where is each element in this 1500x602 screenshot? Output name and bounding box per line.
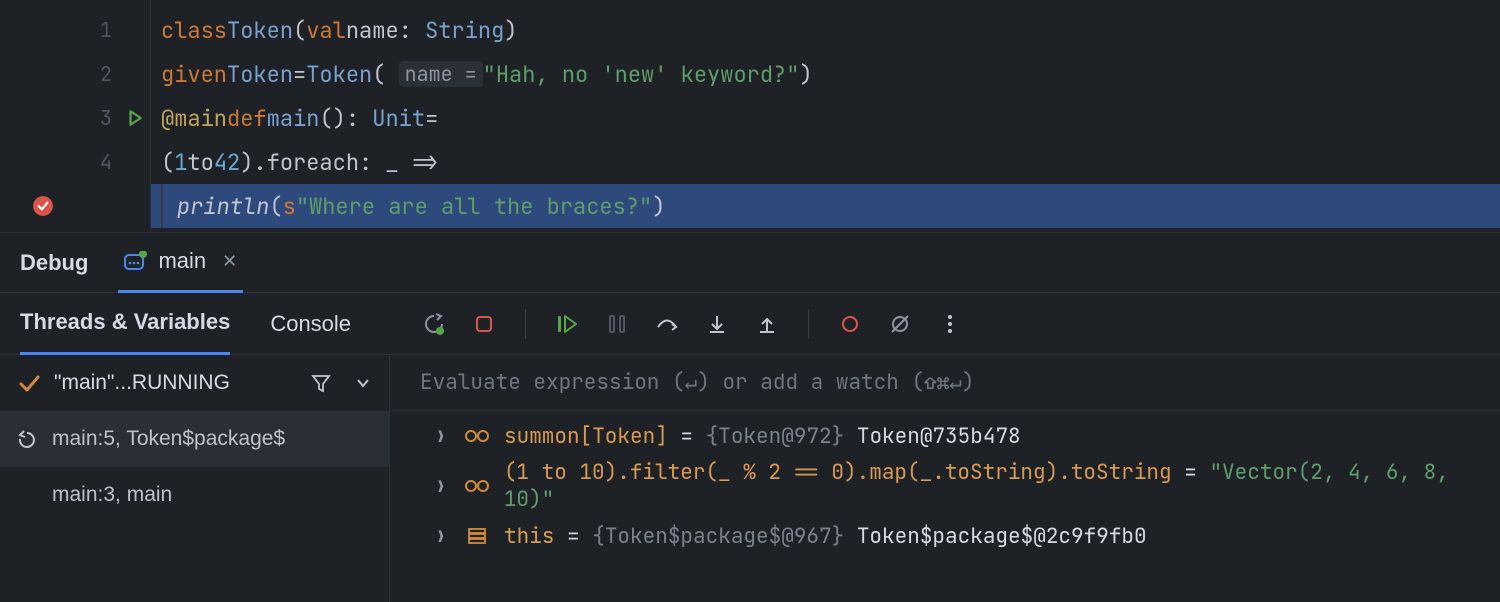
glasses-icon: [464, 429, 490, 443]
code-editor: 1 2 3 4 class Token(val name: String) gi…: [0, 0, 1500, 232]
code-line[interactable]: @main def main(): Unit =: [151, 96, 1500, 140]
debug-tab-label: main: [158, 248, 206, 274]
indent-guide: [161, 184, 163, 228]
object-icon: [464, 527, 490, 545]
tab-console[interactable]: Console: [270, 293, 351, 355]
code-line[interactable]: (1 to 42).foreach: _ =>: [151, 140, 1500, 184]
step-over-icon[interactable]: [652, 309, 682, 339]
chevron-right-icon[interactable]: ❯: [436, 526, 450, 547]
check-icon: [18, 372, 40, 394]
code-area[interactable]: class Token(val name: String) given Toke…: [150, 0, 1500, 232]
debug-title: Debug: [20, 250, 88, 276]
frames-pane: "main"...RUNNING main:5, Token$package$ …: [0, 355, 390, 602]
gutter-line[interactable]: 2: [0, 52, 150, 96]
debug-tool-window: Debug main ✕ Threads & Variables Console: [0, 232, 1500, 602]
thread-status-row[interactable]: "main"...RUNNING: [0, 355, 389, 411]
stack-frame[interactable]: main:3, main: [0, 467, 389, 523]
breakpoint-icon[interactable]: [32, 195, 54, 217]
variable-row[interactable]: ❯ (1 to 10).filter(_ % 2 == 0).map(_.toS…: [390, 461, 1500, 511]
chevron-down-icon[interactable]: [355, 375, 371, 391]
inlay-hint: name =: [399, 61, 483, 87]
stack-frame-label: main:5, Token$package$: [52, 427, 285, 451]
variable-row[interactable]: ❯ this = {Token$package$@967} Token$pack…: [390, 511, 1500, 561]
debug-toolbar: Threads & Variables Console: [0, 293, 1500, 355]
gutter-line[interactable]: [0, 184, 150, 228]
pause-icon[interactable]: [602, 309, 632, 339]
code-line-current[interactable]: println(s"Where are all the braces?"): [151, 184, 1500, 228]
close-icon[interactable]: ✕: [222, 251, 237, 272]
chevron-right-icon[interactable]: ❯: [436, 426, 450, 447]
gutter: 1 2 3 4: [0, 0, 150, 232]
restart-frame-icon[interactable]: [18, 430, 38, 448]
variable-row[interactable]: ❯ summon[Token] = {Token@972} Token@735b…: [390, 411, 1500, 461]
code-line[interactable]: class Token(val name: String): [151, 8, 1500, 52]
variables-pane: Evaluate expression (↵) or add a watch (…: [390, 355, 1500, 602]
glasses-icon: [464, 479, 490, 493]
view-breakpoints-icon[interactable]: [835, 309, 865, 339]
run-gutter-icon[interactable]: [126, 109, 144, 127]
resume-icon[interactable]: [552, 309, 582, 339]
evaluate-expression-input[interactable]: Evaluate expression (↵) or add a watch (…: [390, 355, 1500, 411]
code-line[interactable]: given Token = Token( name = "Hah, no 'ne…: [151, 52, 1500, 96]
debug-titlebar: Debug main ✕: [0, 233, 1500, 293]
more-icon[interactable]: [935, 309, 965, 339]
gutter-line[interactable]: 4: [0, 140, 150, 184]
debug-session-tab[interactable]: main ✕: [118, 233, 243, 293]
filter-icon[interactable]: [311, 373, 331, 393]
stack-frame-label: main:3, main: [52, 483, 172, 507]
tab-threads-variables[interactable]: Threads & Variables: [20, 293, 230, 355]
step-out-icon[interactable]: [752, 309, 782, 339]
gutter-line[interactable]: 3: [0, 96, 150, 140]
debug-tab-icon: [124, 251, 148, 271]
thread-status-label: "main"...RUNNING: [54, 371, 297, 395]
stack-frame[interactable]: main:5, Token$package$: [0, 411, 389, 467]
stop-icon[interactable]: [469, 309, 499, 339]
chevron-right-icon[interactable]: ❯: [436, 476, 450, 497]
gutter-line[interactable]: 1: [0, 8, 150, 52]
mute-breakpoints-icon[interactable]: [885, 309, 915, 339]
rerun-icon[interactable]: [419, 309, 449, 339]
step-into-icon[interactable]: [702, 309, 732, 339]
